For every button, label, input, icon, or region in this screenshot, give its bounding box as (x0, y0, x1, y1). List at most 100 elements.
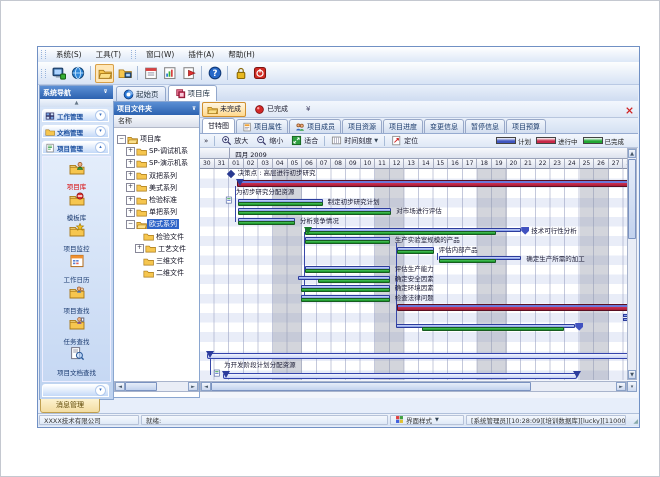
tree-expander-plus-icon[interactable]: + (126, 208, 135, 217)
task-bar-done[interactable] (397, 250, 434, 254)
tree-node-label[interactable]: SP-调试机系 (147, 146, 190, 156)
task-bar-done[interactable] (439, 259, 496, 263)
gantt-toolbar-放大[interactable]: 放大 (217, 135, 252, 146)
toolbar-button-globe-icon[interactable] (69, 65, 86, 82)
task-bar-done[interactable] (305, 231, 496, 235)
scroll-left-arrow-icon[interactable]: ◄ (115, 382, 125, 391)
tree-expander-minus-icon[interactable]: − (126, 220, 135, 229)
nav-group-0[interactable]: 工作管理▾ (42, 109, 109, 122)
scroll-up-arrow-icon[interactable]: ▲ (628, 149, 636, 158)
task-bar-done[interactable] (422, 327, 564, 331)
task-bar-done[interactable] (238, 221, 295, 225)
tree-node-检验文件[interactable]: 检验文件 (135, 231, 186, 243)
pin-icon[interactable]: ⊽ (101, 88, 110, 97)
nav-group-partial[interactable]: ▾ (42, 384, 109, 397)
tree-node-单把系列[interactable]: + 单把系列 (126, 206, 179, 218)
message-panel-tab[interactable]: 消息管理 (40, 399, 100, 413)
task-bar-done[interactable] (238, 202, 323, 206)
tree-node-SP-演示机系[interactable]: +SP-演示机系 (126, 157, 190, 169)
chevron-down-icon[interactable]: ▾ (95, 126, 106, 137)
sidebar-item-5[interactable]: 任务查找 (43, 315, 110, 346)
task-bar-done[interactable] (318, 279, 390, 283)
toolbar-button-chart-page-icon[interactable] (161, 65, 178, 82)
toolbar-overflow-chevron[interactable]: » (200, 137, 212, 145)
tab-项目库[interactable]: 项目库 (168, 85, 218, 101)
task-bar-done[interactable] (301, 298, 390, 302)
tree-node-检验标准[interactable]: +检验标准 (126, 194, 179, 206)
gantt-chart-body[interactable]: 决策点 : 高层进行初步研究为初步研究分配资源制定初步研究计划对市场进行评估分析… (200, 169, 627, 380)
gantt-tab-项目资源[interactable]: 项目资源 (342, 119, 382, 133)
task-bar-in-progress[interactable] (237, 180, 628, 187)
pin-icon[interactable]: ⊽ (192, 106, 196, 112)
sidebar-item-4[interactable]: 项目查找 (43, 284, 110, 315)
filter-button-已完成[interactable]: 已完成 (250, 103, 292, 116)
task-bar-done[interactable] (305, 269, 390, 273)
toolbar-button-calendar-icon[interactable] (142, 65, 159, 82)
scroll-down-arrow-icon[interactable]: ▼ (628, 370, 636, 379)
tree-node-label[interactable]: 项目库 (138, 134, 163, 144)
gantt-toolbar-适合[interactable]: 适合 (287, 135, 322, 146)
task-bar-done[interactable] (238, 211, 391, 215)
chevron-down-icon[interactable]: ▾ (95, 110, 106, 121)
toolbar-button-computer-icon[interactable] (50, 65, 67, 82)
sidebar-item-3[interactable]: 工作日历 (43, 253, 110, 284)
tree-node-SP-调试机系[interactable]: + SP-调试机系 (126, 145, 190, 157)
task-bar-done[interactable] (305, 240, 390, 244)
gantt-tab-变更信息[interactable]: 变更信息 (424, 119, 464, 133)
tree-node-label[interactable]: SP-演示机系 (147, 158, 190, 168)
gantt-toolbar-缩小[interactable]: 缩小 (252, 135, 287, 146)
menu-item-3[interactable]: 插件(A) (181, 47, 221, 62)
scroll-corner[interactable]: ▾ (627, 381, 637, 392)
menu-item-2[interactable]: 窗口(W) (139, 47, 181, 62)
tree-node-工艺文件[interactable]: + 工艺文件 (135, 243, 188, 255)
gantt-hscrollbar[interactable]: ◄ ► (200, 381, 627, 392)
sidebar-item-6[interactable]: 项目文档查找 (43, 346, 110, 377)
close-icon[interactable] (625, 100, 634, 119)
gantt-tab-项目预算[interactable]: 项目预算 (506, 119, 546, 133)
toolbar-button-folder-open-icon[interactable] (95, 64, 114, 83)
tree-expander-plus-icon[interactable]: + (135, 244, 144, 253)
tree-node-label[interactable]: 工艺文件 (156, 244, 188, 254)
tree-node-label[interactable]: 美式系列 (147, 183, 179, 193)
tree-node-项目库[interactable]: −项目库 (117, 133, 163, 145)
gantt-tab-甘特图[interactable]: 甘特图 (202, 118, 235, 133)
menu-item-1[interactable]: 工具(T) (89, 47, 128, 62)
tree-hscroll-thumb[interactable] (125, 382, 157, 391)
tree-node-欧式系列[interactable]: − 欧式系列 (126, 218, 179, 230)
resize-grip[interactable]: ◢ (628, 415, 638, 425)
tree-expander-plus-icon[interactable]: + (126, 171, 135, 180)
sidebar-item-2[interactable]: 项目监控 (43, 222, 110, 253)
tree-node-二维文件[interactable]: 二维文件 (135, 267, 186, 279)
gantt-tab-暂停信息[interactable]: 暂停信息 (465, 119, 505, 133)
tab-起始页[interactable]: 起始页 (116, 86, 166, 101)
task-bar-done[interactable] (301, 288, 390, 292)
task-bar-summary-plan[interactable] (207, 353, 627, 359)
toolbar-button-folder-monitor-icon[interactable] (116, 65, 133, 82)
nav-group-1[interactable]: 文档管理▾ (42, 125, 109, 138)
tree-node-label[interactable]: 双把系列 (147, 171, 179, 181)
nav-group-2[interactable]: 项目管理▴ (42, 141, 109, 154)
toolbar-button-lock-icon[interactable] (232, 65, 249, 82)
tree-column-header[interactable]: 名称 (114, 115, 199, 128)
toolbar-button-page-flag-icon[interactable] (180, 65, 197, 82)
nav-scroll-up[interactable]: ▲ (40, 99, 113, 107)
gantt-vscroll-thumb[interactable] (628, 159, 636, 239)
gantt-toolbar-定位[interactable]: 定位 (387, 135, 422, 146)
gantt-tab-项目属性[interactable]: 项目属性 (236, 119, 288, 133)
task-bar-in-progress[interactable] (397, 304, 627, 311)
chevron-down-icon[interactable]: ▾ (95, 385, 106, 396)
scroll-right-arrow-icon[interactable]: ► (188, 382, 198, 391)
tree-expander-plus-icon[interactable]: + (126, 147, 135, 156)
sidebar-item-1[interactable]: 模板库 (43, 191, 110, 222)
tree-hscrollbar[interactable]: ◄ ► (114, 381, 199, 392)
tree-node-label[interactable]: 单把系列 (147, 207, 179, 217)
tree-node-label[interactable]: 三维文件 (154, 256, 186, 266)
gantt-hscroll-thumb[interactable] (211, 382, 531, 391)
scroll-left-arrow-icon[interactable]: ◄ (201, 382, 211, 391)
tree-node-label[interactable]: 欧式系列 (147, 219, 179, 229)
tree-node-label[interactable]: 检验文件 (154, 232, 186, 242)
menu-item-0[interactable]: 系统(S) (49, 47, 89, 62)
gantt-tab-项目进度[interactable]: 项目进度 (383, 119, 423, 133)
tree-node-三维文件[interactable]: 三维文件 (135, 255, 186, 267)
task-bar-summary-plan[interactable] (223, 373, 576, 379)
